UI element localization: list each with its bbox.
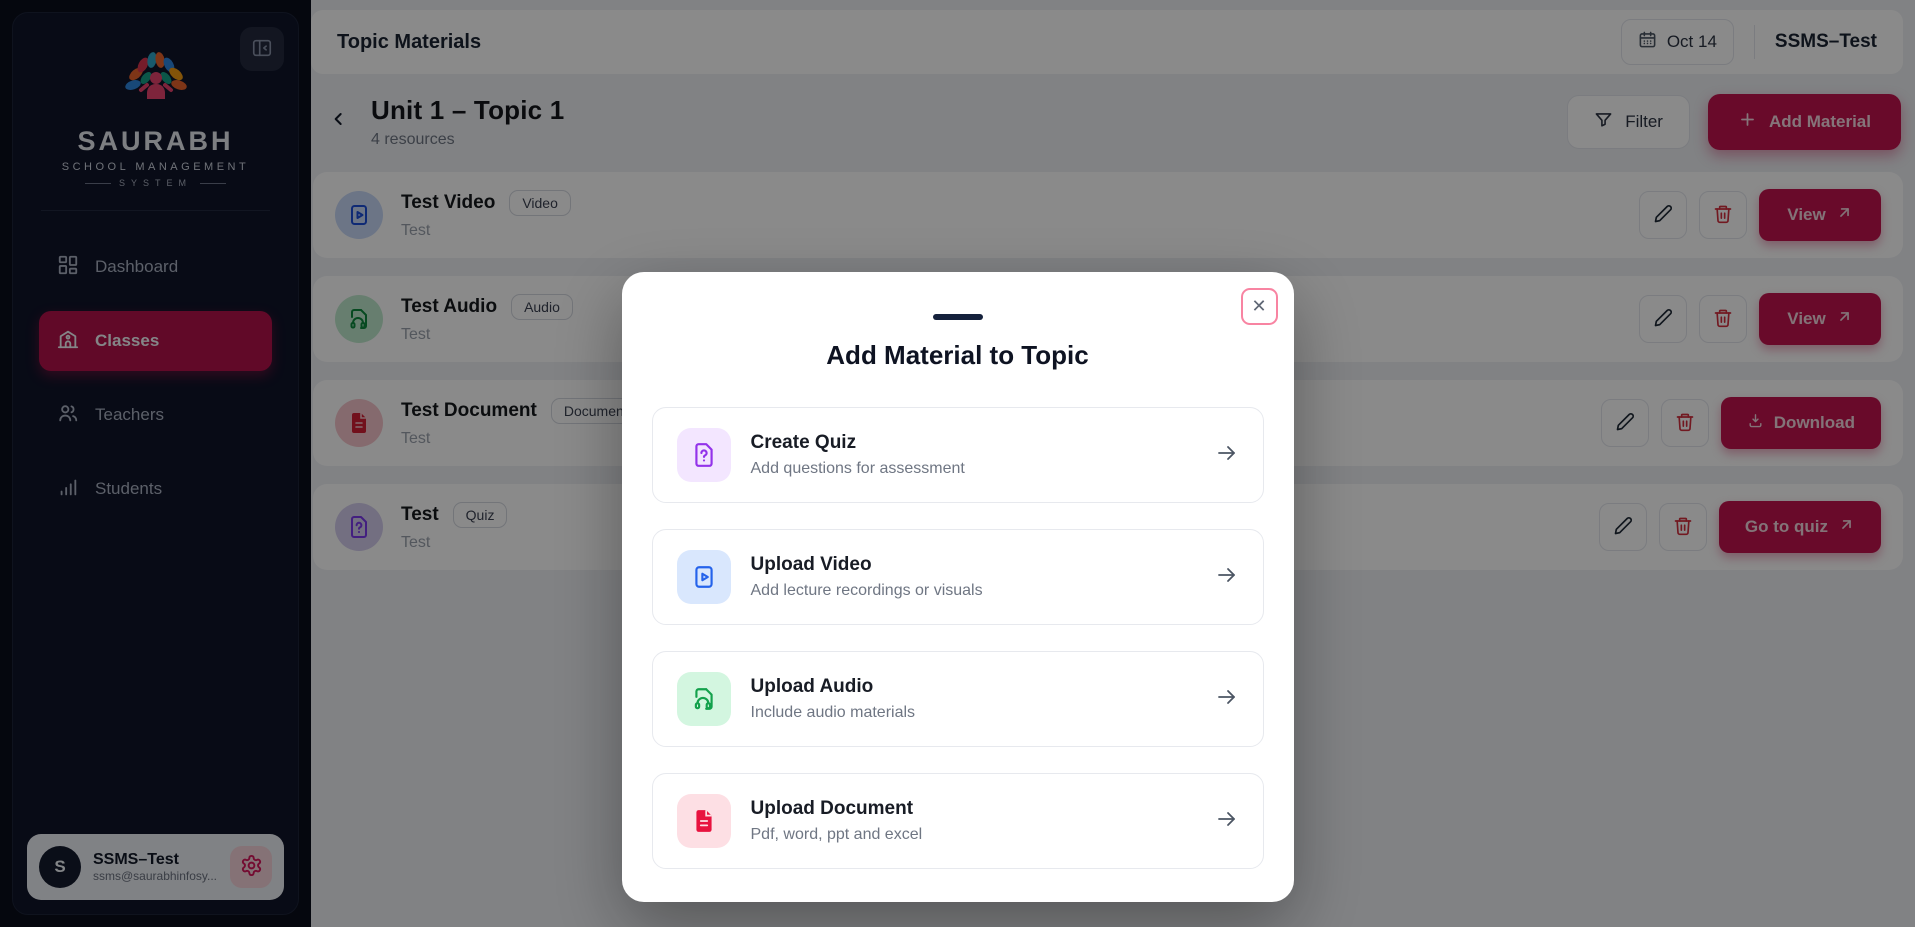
arrow-right-icon [1215,563,1239,592]
option-texts: Upload Video Add lecture recordings or v… [751,554,1195,600]
arrow-right-icon [1215,441,1239,470]
option-title: Upload Document [751,798,1195,820]
option-texts: Upload Document Pdf, word, ppt and excel [751,798,1195,844]
option-texts: Create Quiz Add questions for assessment [751,432,1195,478]
option-subtitle: Add questions for assessment [751,460,1195,478]
option-subtitle: Include audio materials [751,704,1195,722]
option-create-quiz[interactable]: Create Quiz Add questions for assessment [652,407,1264,503]
document-icon [677,794,731,848]
add-material-modal: ✕ Add Material to Topic Create Quiz Add … [622,272,1294,902]
quiz-icon [677,428,731,482]
option-subtitle: Pdf, word, ppt and excel [751,826,1195,844]
option-title: Upload Video [751,554,1195,576]
option-upload-audio[interactable]: Upload Audio Include audio materials [652,651,1264,747]
close-icon: ✕ [1251,296,1266,317]
option-upload-video[interactable]: Upload Video Add lecture recordings or v… [652,529,1264,625]
option-upload-document[interactable]: Upload Document Pdf, word, ppt and excel [652,773,1264,869]
modal-options: Create Quiz Add questions for assessment… [652,407,1264,869]
audio-icon [677,672,731,726]
option-texts: Upload Audio Include audio materials [751,676,1195,722]
modal-close-button[interactable]: ✕ [1241,288,1278,325]
arrow-right-icon [1215,685,1239,714]
arrow-right-icon [1215,807,1239,836]
option-title: Upload Audio [751,676,1195,698]
option-title: Create Quiz [751,432,1195,454]
video-icon [677,550,731,604]
option-subtitle: Add lecture recordings or visuals [751,582,1195,600]
modal-accent-bar [933,314,983,320]
modal-title: Add Material to Topic [652,340,1264,371]
